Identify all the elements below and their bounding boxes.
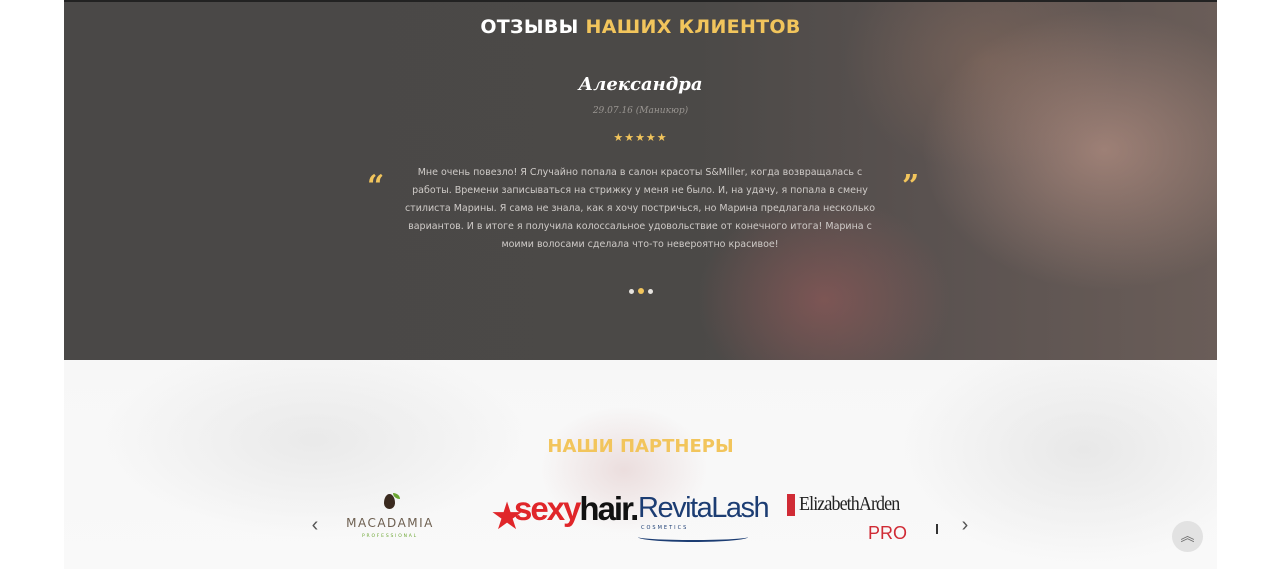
reviews-title: ОТЗЫВЫ НАШИХ КЛИЕНТОВ <box>64 16 1217 38</box>
pagination-dot-1[interactable] <box>628 288 634 294</box>
macadamia-sub: PROFESSIONAL <box>362 534 418 539</box>
partner-logo-macadamia[interactable]: MACADAMIA PROFESSIONAL <box>340 490 440 550</box>
revitalash-name: RevitaLash <box>638 492 770 524</box>
rating-stars: ★★★★★ <box>613 132 668 144</box>
elizabeth-arden-pro: PRO <box>868 523 908 543</box>
review-date-service: 29.07.16 (Маникюр) <box>592 106 689 116</box>
partners-section: НАШИ ПАРТНЕРЫ ‹ MACADAMIA PROFESSIONAL ★… <box>64 360 1217 569</box>
reviews-section: ОТЗЫВЫ НАШИХ КЛИЕНТОВ Александра 29.07.1… <box>64 0 1217 360</box>
revitalash-sub: COSMETICS <box>641 525 689 531</box>
sexyhair-name-part1: sexy <box>514 490 581 527</box>
elizabeth-arden-name: ElizabethArden <box>799 493 900 515</box>
elizabeth-arden-emblem-icon <box>787 494 795 516</box>
reviews-title-white: ОТЗЫВЫ <box>480 16 579 38</box>
partners-prev-arrow-icon[interactable]: ‹ <box>305 510 325 540</box>
reviews-title-accent: НАШИХ КЛИЕНТОВ <box>585 16 801 38</box>
double-chevron-up-icon: ︽ <box>1180 528 1195 544</box>
review-text: Мне очень повезло! Я Случайно попала в с… <box>404 167 876 250</box>
scroll-to-top-button[interactable]: ︽ <box>1172 521 1203 552</box>
sexyhair-name-part2: hair. <box>579 490 639 527</box>
partners-title: НАШИ ПАРТНЕРЫ <box>547 436 734 457</box>
quote-close-icon: ” <box>902 169 920 204</box>
page: ОТЗЫВЫ НАШИХ КЛИЕНТОВ Александра 29.07.1… <box>64 0 1217 570</box>
pagination-dot-2[interactable] <box>637 288 644 294</box>
partner-logo-revitalash[interactable]: RevitaLash COSMETICS <box>638 494 770 546</box>
partner-logo-sexyhair[interactable]: ★ sexyhair. <box>490 492 639 547</box>
reviewer-name: Александра <box>578 74 703 95</box>
partner-logo-elizabeth-arden[interactable]: ElizabethArden PRO <box>787 494 907 546</box>
sexyhair-name: sexyhair. <box>514 490 639 527</box>
macadamia-name: MACADAMIA <box>346 516 434 530</box>
quote-open-icon: “ <box>367 169 385 204</box>
review-pagination <box>64 288 1217 294</box>
partners-next-arrow-icon[interactable]: › <box>955 510 975 540</box>
revitalash-swoosh-icon <box>638 532 748 542</box>
partner-logo-partial <box>936 524 938 534</box>
pagination-dot-3[interactable] <box>647 288 653 294</box>
